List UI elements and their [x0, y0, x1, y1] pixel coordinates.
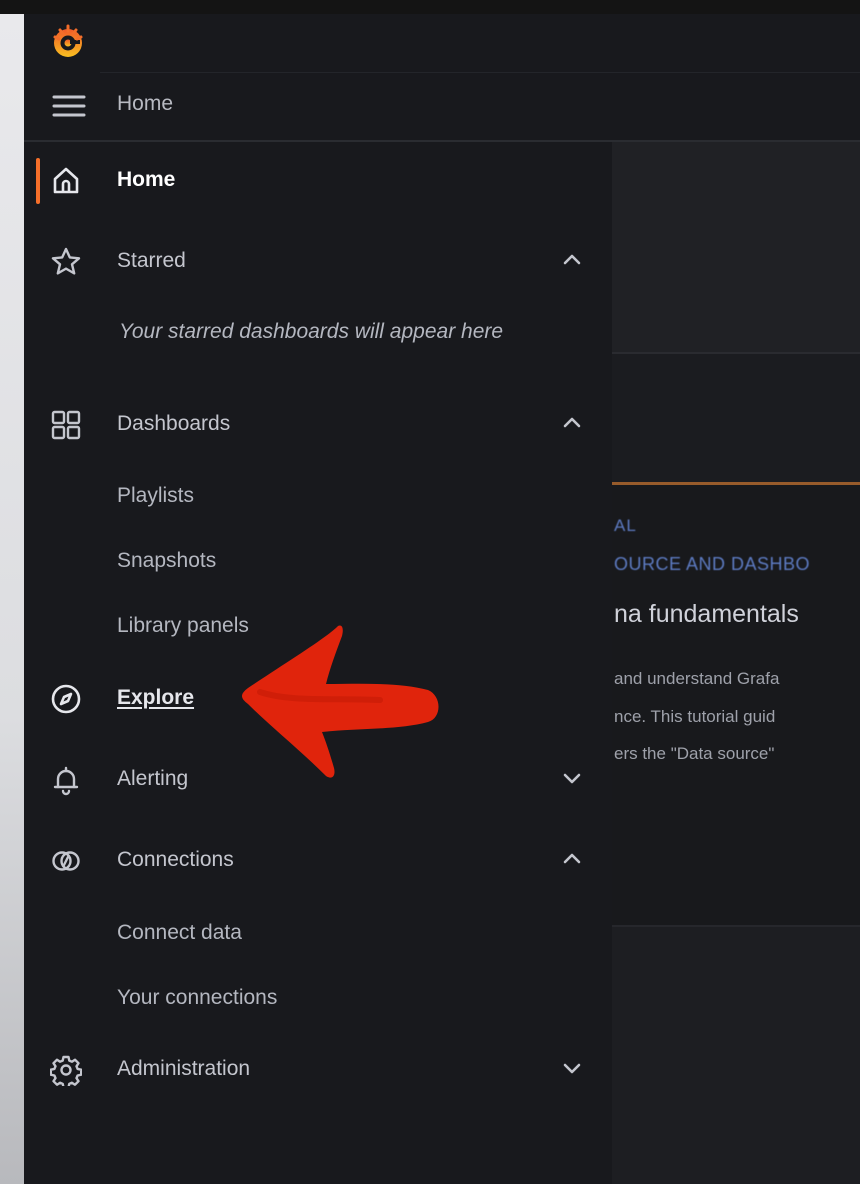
- chevron-down-icon[interactable]: [560, 766, 584, 790]
- window-top-edge: [0, 0, 860, 14]
- nav-label-dashboards: Dashboards: [117, 412, 231, 435]
- star-icon: [50, 246, 82, 278]
- nav-item-starred[interactable]: Starred: [24, 234, 612, 290]
- topbar-divider: [100, 72, 860, 73]
- nav-subitem-connect-data[interactable]: Connect data: [117, 921, 242, 945]
- nav-label-alerting: Alerting: [117, 767, 189, 790]
- grafana-logo-icon[interactable]: [50, 24, 86, 60]
- home-icon: [50, 165, 82, 197]
- nav-subitem-playlists[interactable]: Playlists: [117, 484, 194, 508]
- welcome-panel: [612, 142, 860, 352]
- nav-label-home: Home: [117, 168, 176, 191]
- card-subtitle: OURCE AND DASHBO: [614, 554, 811, 574]
- nav-item-dashboards[interactable]: Dashboards: [24, 397, 612, 453]
- top-bar: Home: [24, 14, 860, 142]
- nav-subitem-your-connections[interactable]: Your connections: [117, 986, 277, 1010]
- card-heading: na fundamentals: [614, 600, 799, 628]
- card-body-line: nce. This tutorial guid: [614, 707, 776, 726]
- lower-panel-border: [612, 925, 860, 927]
- nav-item-connections[interactable]: Connections: [24, 833, 612, 889]
- nav-item-home[interactable]: Home: [24, 153, 612, 209]
- main-content: AL OURCE AND DASHBO na fundamentals and …: [612, 142, 860, 1184]
- chevron-up-icon[interactable]: [560, 248, 584, 272]
- menu-icon: [52, 95, 86, 117]
- window-left-edge: [0, 14, 24, 1184]
- card-accent-line: [612, 482, 860, 485]
- menu-toggle-button[interactable]: [50, 90, 90, 122]
- nav-subitem-snapshots[interactable]: Snapshots: [117, 549, 216, 573]
- starred-empty-message: Your starred dashboards will appear here: [119, 320, 504, 343]
- nav-item-administration[interactable]: Administration: [24, 1042, 612, 1098]
- card-body-line: ers the "Data source": [614, 744, 775, 763]
- lower-panel: [612, 925, 860, 1184]
- card-body-line: and understand Grafa: [614, 669, 780, 688]
- nav-label-administration: Administration: [117, 1057, 251, 1080]
- nav-label-connections: Connections: [117, 848, 234, 871]
- chevron-up-icon[interactable]: [560, 411, 584, 435]
- apps-icon: [50, 409, 82, 441]
- compass-icon: [50, 683, 82, 715]
- nav-label-starred: Starred: [117, 249, 186, 272]
- nav-label-explore: Explore: [117, 686, 195, 709]
- panel-divider: [612, 352, 860, 354]
- link-icon: [50, 845, 82, 877]
- bell-icon: [50, 764, 82, 796]
- tutorial-card[interactable]: [612, 485, 860, 925]
- chevron-up-icon[interactable]: [560, 847, 584, 871]
- breadcrumb-home[interactable]: Home: [117, 92, 173, 116]
- chevron-down-icon[interactable]: [560, 1056, 584, 1080]
- red-arrow-annotation: [242, 625, 439, 778]
- card-tag: AL: [614, 516, 637, 535]
- gear-icon: [50, 1054, 82, 1086]
- active-indicator: [36, 158, 40, 204]
